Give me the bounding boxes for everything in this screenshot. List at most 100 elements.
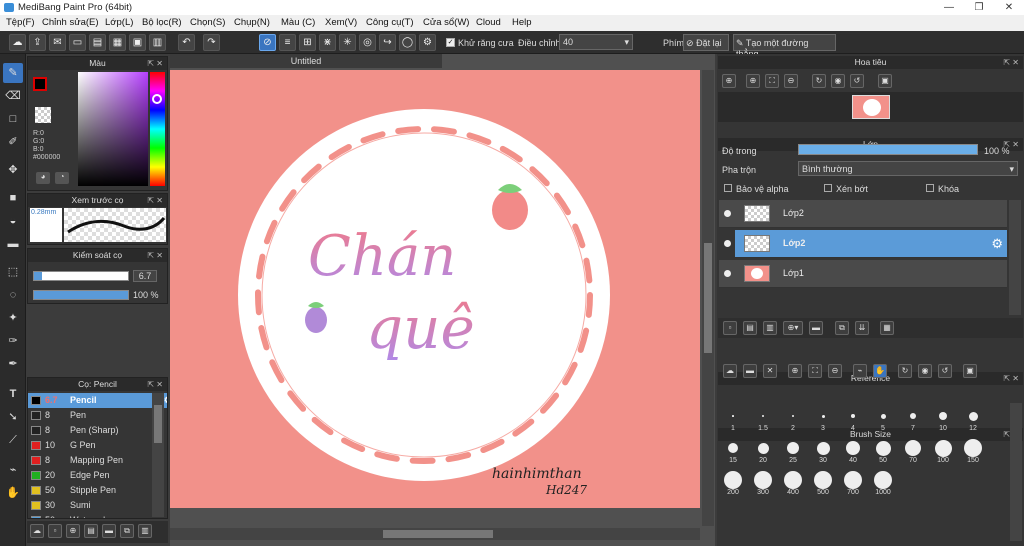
brush-size-option[interactable]: 50 — [869, 437, 897, 465]
eraser-tool-icon[interactable]: ⌫ — [3, 86, 23, 106]
fit-icon[interactable]: ⛶ — [765, 74, 779, 88]
menu-color[interactable]: Màu (C) — [281, 17, 315, 28]
close-icon[interactable]: ✕ — [763, 364, 777, 378]
expand-icon[interactable]: ⇱ ✕ — [1003, 56, 1019, 69]
expand-icon[interactable]: ⇱ ✕ — [147, 249, 163, 262]
brush-size-option[interactable]: 200 — [719, 469, 747, 497]
snap-off-icon[interactable]: ⊘ — [259, 34, 276, 51]
brush-size-option[interactable]: 400 — [779, 469, 807, 497]
brush-size-value[interactable]: 6.7 — [133, 270, 157, 282]
menu-edit[interactable]: Chỉnh sửa(E) — [42, 17, 99, 28]
bucket-tool-icon[interactable]: ◒ — [3, 211, 23, 231]
radial-snap-icon[interactable]: ✳ — [339, 34, 356, 51]
move-tool-icon[interactable]: ✥ — [3, 160, 23, 180]
brush-size-option[interactable]: 5 — [869, 405, 897, 433]
document-tab[interactable]: Untitled — [170, 54, 442, 68]
brush-settings-icon[interactable]: ⚙ — [164, 393, 167, 408]
snap-settings-icon[interactable]: ⚙ — [419, 34, 436, 51]
rectangle-tool-icon[interactable]: □ — [3, 109, 23, 129]
minimize-button[interactable]: — — [934, 0, 964, 15]
foreground-color-swatch[interactable] — [33, 77, 47, 91]
brush-list-item[interactable]: 8 Pen (Sharp) — [28, 423, 167, 438]
brush-size-option[interactable]: 10 — [929, 405, 957, 433]
brush-size-option[interactable]: 70 — [899, 437, 927, 465]
drawing-canvas[interactable]: Chán quê hainhimthan Hd247 — [170, 70, 700, 508]
reset-button[interactable]: ⊘ Đặt lại — [683, 34, 729, 51]
brush-size-option[interactable]: 700 — [839, 469, 867, 497]
close-button[interactable]: ✕ — [994, 0, 1024, 15]
brush-size-option[interactable]: 100 — [929, 437, 957, 465]
brush-list-item[interactable]: 30 Sumi — [28, 498, 167, 513]
cloud-icon[interactable]: ☁ — [9, 34, 26, 51]
undo-icon[interactable]: ↶ — [178, 34, 195, 51]
brush-size-slider[interactable] — [33, 271, 129, 281]
brush-size-option[interactable]: 1 — [719, 405, 747, 433]
zoom-in-icon[interactable]: ⊕ — [788, 364, 802, 378]
duplicate-layer-icon[interactable]: ⧉ — [835, 321, 849, 335]
rotate-icon[interactable]: ↻ — [898, 364, 912, 378]
layer-scrollbar[interactable] — [1009, 200, 1021, 315]
brush-settings-icon[interactable]: ▤ — [84, 524, 98, 538]
menu-view[interactable]: Xem(V) — [325, 17, 357, 28]
delete-layer-icon[interactable]: ▦ — [880, 321, 894, 335]
brush-size-option[interactable]: 1.5 — [749, 405, 777, 433]
menu-tools[interactable]: Công cụ(T) — [366, 17, 414, 28]
parallel-snap-icon[interactable]: ≡ — [279, 34, 296, 51]
comment-icon[interactable]: ✉ — [49, 34, 66, 51]
menu-file[interactable]: Tệp(F) — [6, 17, 35, 28]
brush-size-option[interactable]: 150 — [959, 437, 987, 465]
antialias-checkbox[interactable]: ✓ — [446, 38, 455, 47]
layer-settings-icon[interactable]: ⚙ — [991, 236, 1003, 252]
new-layer-icon[interactable]: ▫ — [723, 321, 737, 335]
brush-size-option[interactable]: 30 — [809, 437, 837, 465]
select-tool-icon[interactable]: ⬚ — [3, 262, 23, 282]
merge-layer-icon[interactable]: ⇊ — [855, 321, 869, 335]
brush-size-option[interactable]: 25 — [779, 437, 807, 465]
brush-size-option[interactable]: 20 — [749, 437, 777, 465]
horizontal-scrollbar[interactable] — [170, 528, 700, 540]
eyedropper-icon[interactable]: ⌁ — [853, 364, 867, 378]
eyedropper-tool-icon[interactable]: ⌁ — [3, 460, 23, 480]
new-brush-icon[interactable]: ▫ — [48, 524, 62, 538]
expand-icon[interactable]: ⇱ ✕ — [147, 57, 163, 70]
flip-icon[interactable]: ↺ — [850, 74, 864, 88]
brush-tool-icon[interactable]: ✎ — [3, 63, 23, 83]
menu-cloud[interactable]: Cloud — [476, 17, 501, 28]
clipping-checkbox[interactable] — [824, 184, 832, 192]
fill-rect-tool-icon[interactable]: ■ — [3, 188, 23, 208]
brush-size-option[interactable]: 3 — [809, 405, 837, 433]
reset-icon[interactable]: ◉ — [918, 364, 932, 378]
menu-capture[interactable]: Chụp(N) — [234, 17, 270, 28]
color-wheel-icon[interactable]: ◔ — [55, 172, 69, 184]
cross-snap-icon[interactable]: ⊞ — [299, 34, 316, 51]
menu-filter[interactable]: Bộ lọc(R) — [142, 17, 182, 28]
brush-size-option[interactable]: 1000 — [869, 469, 897, 497]
menu-select[interactable]: Chọn(S) — [190, 17, 225, 28]
layer-row-selected[interactable]: Lớp2 ⚙ — [735, 230, 1007, 258]
navigator-thumbnail[interactable] — [852, 95, 890, 119]
fit-icon[interactable]: ⛶ — [808, 364, 822, 378]
brush-list-item[interactable]: 8 Pen — [28, 408, 167, 423]
color-picker-square[interactable] — [78, 72, 148, 186]
flip-icon[interactable]: ↺ — [938, 364, 952, 378]
delete-brush-icon[interactable]: ▥ — [138, 524, 152, 538]
magic-wand-tool-icon[interactable]: ✦ — [3, 308, 23, 328]
navigator-settings-icon[interactable]: ▣ — [878, 74, 892, 88]
ellipse-snap-icon[interactable]: ◯ — [399, 34, 416, 51]
zoom-in-icon[interactable]: ⊕ — [722, 74, 736, 88]
visibility-icon[interactable] — [724, 240, 731, 247]
layout-icon[interactable]: ▣ — [129, 34, 146, 51]
folder-icon[interactable]: ▬ — [809, 321, 823, 335]
brush-list-item[interactable]: 10 G Pen — [28, 438, 167, 453]
brush-size-option[interactable]: 7 — [899, 405, 927, 433]
open-icon[interactable]: ▬ — [743, 364, 757, 378]
brush-size-option[interactable]: 12 — [959, 405, 987, 433]
zoom-out-icon[interactable]: ⊖ — [828, 364, 842, 378]
add-brush-icon[interactable]: ⊕ — [66, 524, 80, 538]
brush-size-option[interactable]: 40 — [839, 437, 867, 465]
folder-icon[interactable]: ▬ — [102, 524, 116, 538]
brush-list-item[interactable]: 6.7 Pencil ⚙ — [28, 393, 167, 408]
new-8bit-layer-icon[interactable]: ▤ — [743, 321, 757, 335]
curve-snap-icon[interactable]: ↪ — [379, 34, 396, 51]
expand-icon[interactable]: ⇱ ✕ — [147, 194, 163, 207]
